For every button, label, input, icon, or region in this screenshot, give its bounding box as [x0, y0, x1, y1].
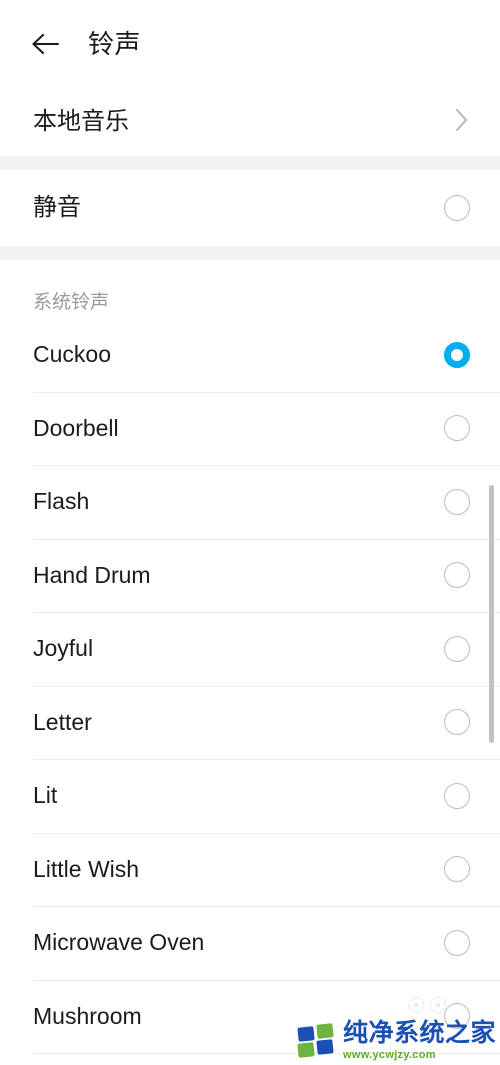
section-divider-band-1	[0, 156, 500, 170]
system-ringtones-section-header: 系统铃声	[0, 260, 500, 318]
app-header: 铃声	[0, 0, 500, 88]
ringtone-row[interactable]: Flash	[0, 465, 500, 539]
local-music-row[interactable]: 本地音乐	[0, 88, 500, 156]
ringtone-label: Doorbell	[33, 414, 119, 441]
ringtone-row[interactable]: Doorbell	[0, 391, 500, 465]
ringtone-radio[interactable]	[444, 782, 470, 809]
ringtone-radio[interactable]	[444, 709, 470, 736]
ringtone-radio[interactable]	[444, 929, 470, 956]
ringtone-label: Lit	[33, 782, 58, 809]
ringtone-radio[interactable]	[444, 635, 470, 662]
ringtone-list: Cuckoo Doorbell Flash Hand Drum Joyful Letter…	[0, 318, 500, 1065]
back-arrow-icon[interactable]	[30, 24, 70, 64]
ringtone-radio[interactable]	[444, 856, 470, 883]
scrollbar-track	[489, 485, 494, 743]
ringtone-label: Mushroom	[33, 1002, 142, 1029]
ringtone-row[interactable]: Cuckoo	[0, 318, 500, 392]
ringtone-row[interactable]: Little Wish	[0, 832, 500, 906]
ringtone-label: Flash	[33, 488, 90, 515]
section-header-label: 系统铃声	[33, 292, 110, 313]
ringtone-row[interactable]: Lit	[0, 759, 500, 833]
local-music-label: 本地音乐	[33, 108, 129, 135]
ringtone-row[interactable]: Joyful	[0, 612, 500, 686]
ringtone-radio[interactable]	[444, 562, 470, 589]
ringtone-label: Cuckoo	[33, 341, 111, 368]
ringtone-radio-selected[interactable]	[444, 341, 470, 368]
silent-radio[interactable]	[444, 195, 470, 221]
ringtone-label: Little Wish	[33, 855, 140, 882]
section-divider-band-2	[0, 246, 500, 260]
ringtone-radio[interactable]	[444, 415, 470, 442]
ringtone-label: Joyful	[33, 635, 94, 662]
ringtone-row[interactable]: Hand Drum	[0, 538, 500, 612]
silent-label: 静音	[33, 194, 81, 221]
page-title: 铃声	[88, 29, 142, 59]
ringtone-row[interactable]: Mushroom	[0, 979, 500, 1053]
ringtone-settings-screen: 铃声 本地音乐 静音 系统铃声 Cuckoo Doorbell Flash Hand …	[0, 0, 500, 1065]
chevron-right-icon	[454, 107, 470, 138]
ringtone-row[interactable]: Letter	[0, 685, 500, 759]
ringtone-radio[interactable]	[444, 488, 470, 515]
silent-row[interactable]: 静音	[0, 170, 500, 246]
ringtone-row[interactable]: New World	[0, 1053, 500, 1065]
ringtone-label: Microwave Oven	[33, 929, 205, 956]
ringtone-label: Letter	[33, 708, 92, 735]
ringtone-radio[interactable]	[444, 1003, 470, 1030]
ringtone-row[interactable]: Microwave Oven	[0, 906, 500, 980]
vertical-scrollbar[interactable]	[489, 485, 494, 743]
ringtone-label: Hand Drum	[33, 561, 151, 588]
